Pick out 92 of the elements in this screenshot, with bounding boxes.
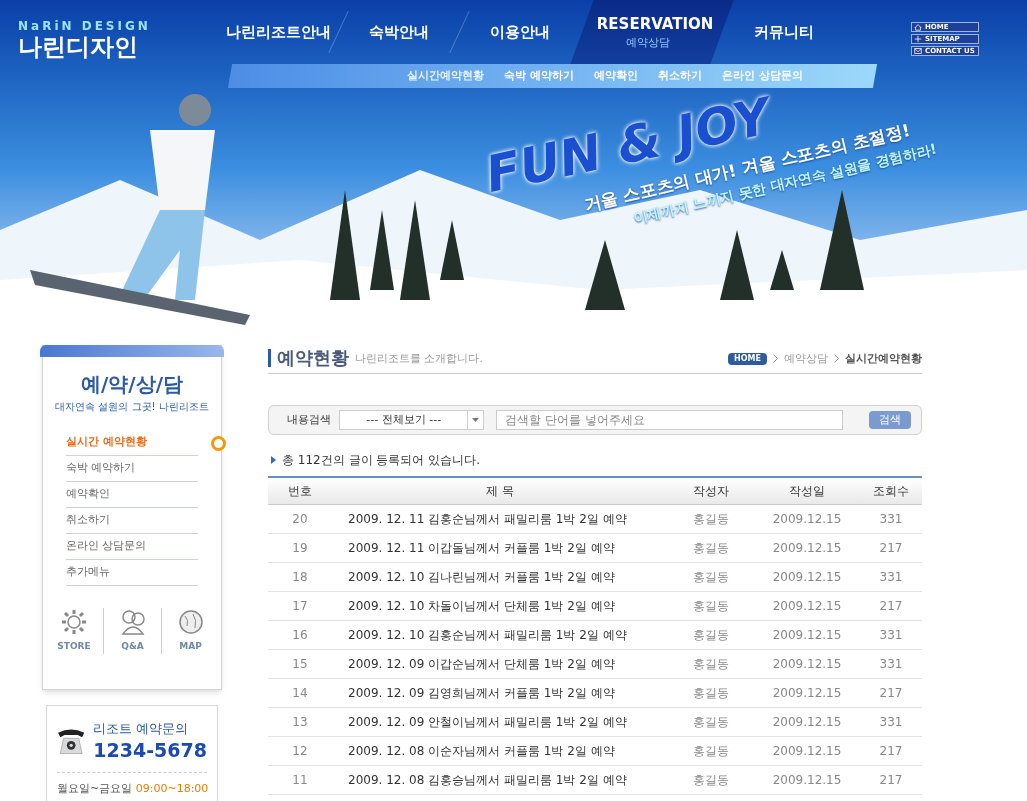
table-cell: 18 (268, 562, 332, 591)
sitemap-icon (914, 35, 922, 43)
globe-icon (176, 608, 205, 636)
table-cell: 15 (268, 649, 332, 678)
table-cell: 2009.12.15 (754, 736, 860, 765)
chevron-right-icon (773, 354, 778, 364)
column-header[interactable]: 조회수 (860, 477, 922, 504)
table-cell: 331 (860, 707, 922, 736)
table-cell: 2009.12.15 (754, 620, 860, 649)
search-field[interactable]: 검색할 단어를 넣어주세요 (496, 410, 844, 430)
table-cell: 홍길동 (668, 591, 754, 620)
column-header[interactable]: 번호 (268, 477, 332, 504)
post-title-link[interactable]: 2009. 12. 10 김홍순님께서 패밀리룸 1박 2일 예약 (332, 620, 668, 649)
contact-label: 리조트 예약문의 (93, 720, 190, 739)
post-title-link[interactable]: 2009. 12. 11 이갑돌님께서 커플룸 1박 2일 예약 (332, 533, 668, 562)
table-cell: 2009.12.15 (754, 533, 860, 562)
table-cell: 13 (268, 707, 332, 736)
chevron-right-icon (834, 354, 839, 364)
total-count-text: 총 112건의 글이 등록되어 있습니다. (282, 452, 480, 469)
sidebar-menu-item[interactable]: 예약확인 (66, 482, 198, 508)
table-cell: 홍길동 (668, 649, 754, 678)
table-cell: 217 (860, 678, 922, 707)
table-cell: 331 (860, 620, 922, 649)
table-cell: 17 (268, 591, 332, 620)
quick-link[interactable]: STORE (45, 608, 103, 654)
post-title-link[interactable]: 2009. 12. 10 차돌이님께서 단체룸 1박 2일 예약 (332, 591, 668, 620)
hours-label: 월요일~금요일 (57, 782, 133, 795)
table-cell: 2009.12.15 (754, 591, 860, 620)
table-cell: 331 (860, 562, 922, 591)
sidebar-menu-item[interactable]: 온라인 상담문의 (66, 534, 198, 560)
table-cell: 217 (860, 591, 922, 620)
table-cell: 홍길동 (668, 707, 754, 736)
dropdown-caret-icon (472, 418, 480, 422)
home-icon (914, 23, 922, 31)
title-bar-mark (268, 349, 271, 367)
table-cell: 홍길동 (668, 562, 754, 591)
table-cell: 2009.12.15 (754, 562, 860, 591)
sidebar-menu-item[interactable]: 취소하기 (66, 508, 198, 534)
phone-number: 1234-5678 (93, 738, 207, 763)
table-cell: 14 (268, 678, 332, 707)
table-cell: 2009.12.15 (754, 504, 860, 533)
bullet-arrow-icon (271, 456, 276, 464)
breadcrumb-link[interactable]: HOME (728, 352, 767, 365)
table-cell: 2009.12.15 (754, 678, 860, 707)
table-cell: 2009.12.15 (754, 765, 860, 794)
quick-link[interactable]: Q&A (103, 608, 161, 654)
sidebar-menu-item[interactable]: 추가메뉴 (66, 560, 198, 586)
nav-tab[interactable]: 이용안내 (472, 0, 568, 64)
post-title-link[interactable]: 2009. 12. 08 이순자님께서 커플룸 1박 2일 예약 (332, 736, 668, 765)
table-cell: 2009.12.15 (754, 649, 860, 678)
table-cell: 홍길동 (668, 620, 754, 649)
table-cell: 2009.12.15 (754, 707, 860, 736)
table-cell: 19 (268, 533, 332, 562)
quick-link[interactable]: MAP (161, 608, 219, 654)
post-title-link[interactable]: 2009. 12. 08 김홍승님께서 패밀리룸 1박 2일 예약 (332, 765, 668, 794)
gear-icon (60, 608, 88, 636)
table-cell: 11 (268, 765, 332, 794)
search-label: 내용검색 (287, 411, 331, 428)
sidebar-subtitle: 대자연속 설원의 그곳! 나린리조트 (55, 400, 209, 414)
table-cell: 217 (860, 533, 922, 562)
column-header[interactable]: 제 목 (332, 477, 668, 504)
table-cell: 홍길동 (668, 736, 754, 765)
post-title-link[interactable]: 2009. 12. 09 안철이님께서 패밀리룸 1박 2일 예약 (332, 707, 668, 736)
hours-text: 09:00~18:00 (135, 782, 209, 795)
table-cell: 16 (268, 620, 332, 649)
nav-tab[interactable]: 숙박안내 (351, 0, 447, 64)
table-cell: 217 (860, 765, 922, 794)
nav-tab[interactable]: 커뮤니티 (736, 0, 832, 64)
table-cell: 331 (860, 504, 922, 533)
sidebar-menu-item[interactable]: 숙박 예약하기 (66, 456, 198, 482)
table-cell: 홍길동 (668, 678, 754, 707)
mail-icon (914, 47, 922, 55)
page-title: 예약현황 (277, 349, 349, 367)
table-cell: 홍길동 (668, 533, 754, 562)
table-cell: 홍길동 (668, 765, 754, 794)
post-title-link[interactable]: 2009. 12. 10 김나린님께서 커플룸 1박 2일 예약 (332, 562, 668, 591)
column-header[interactable]: 작성자 (668, 477, 754, 504)
post-title-link[interactable]: 2009. 12. 11 김홍순님께서 패밀리룸 1박 2일 예약 (332, 504, 668, 533)
category-select[interactable]: --- 전체보기 --- (339, 410, 485, 430)
page-subtitle: 나린리조트를 소개합니다. (355, 350, 483, 367)
breadcrumb-link[interactable]: 실시간예약현황 (845, 350, 922, 367)
logo-tagline: NaRiN DESIGN (18, 20, 152, 32)
nav-tab[interactable]: RESERVATION 예약상담 (570, 0, 734, 64)
table-cell: 홍길동 (668, 504, 754, 533)
table-cell: 20 (268, 504, 332, 533)
table-cell: 217 (860, 736, 922, 765)
post-title-link[interactable]: 2009. 12. 09 이갑순님께서 단체룸 1박 2일 예약 (332, 649, 668, 678)
column-header[interactable]: 작성일 (754, 477, 860, 504)
table-cell: 331 (860, 649, 922, 678)
table-cell: 12 (268, 736, 332, 765)
post-title-link[interactable]: 2009. 12. 09 김영희님께서 커플룸 1박 2일 예약 (332, 678, 668, 707)
sidebar-title: 예/약/상/담 (81, 371, 183, 398)
